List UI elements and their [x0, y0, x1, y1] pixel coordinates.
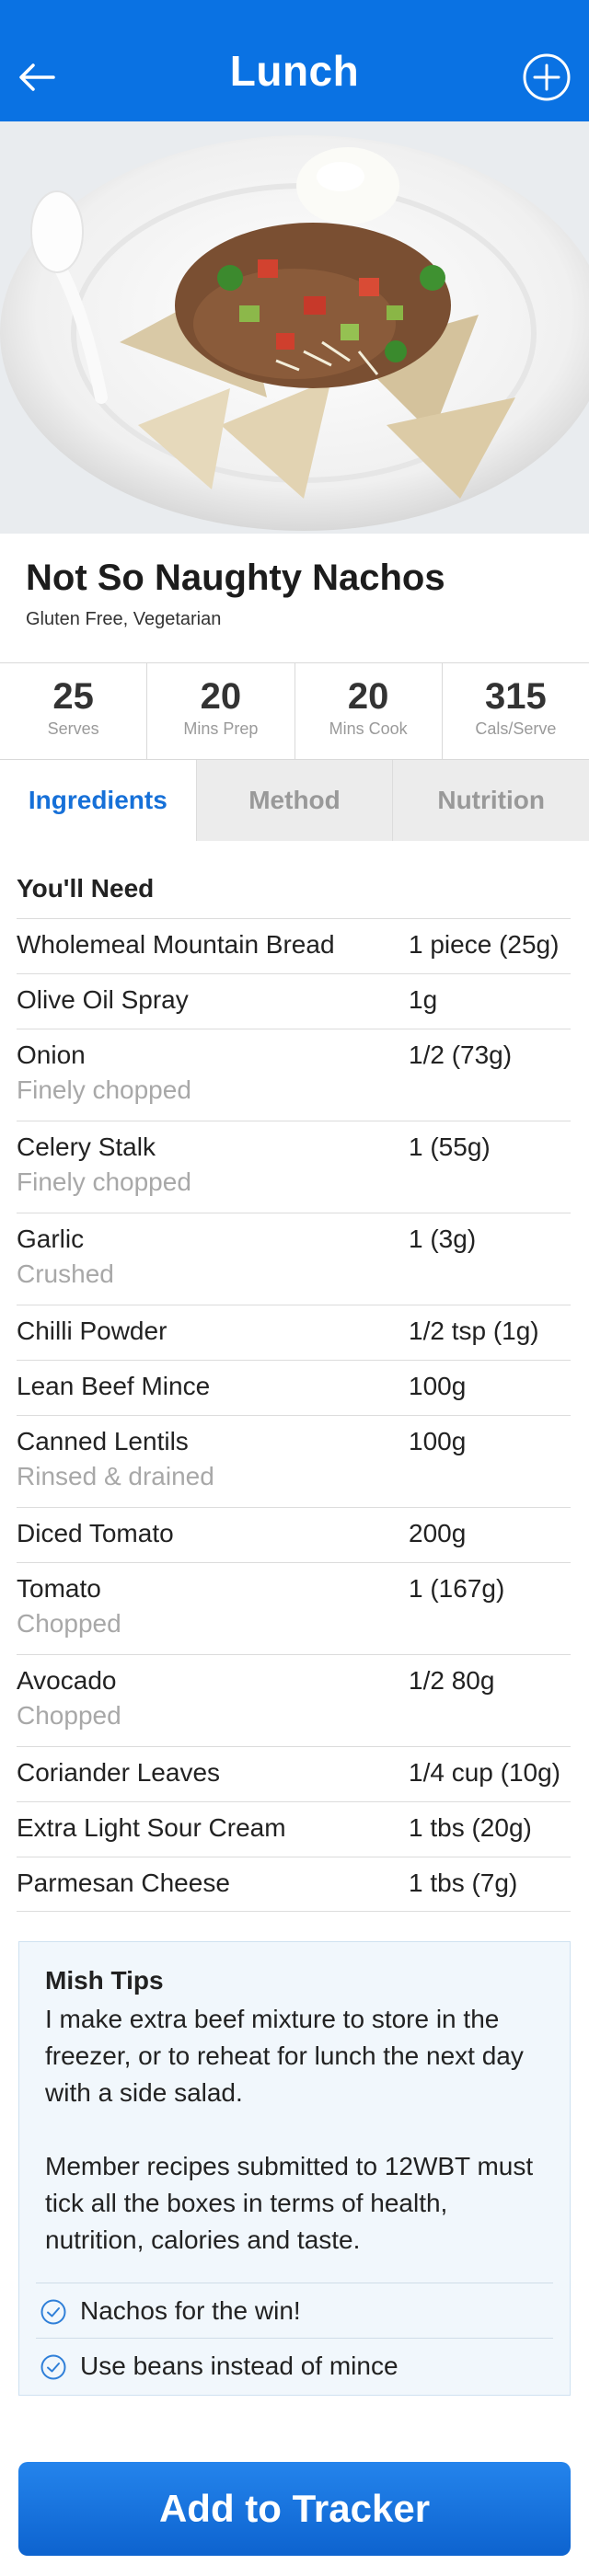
tab-nutrition[interactable]: Nutrition [393, 760, 589, 841]
ingredient-name: Celery Stalk [17, 1133, 156, 1161]
ingredient-row: Olive Oil Spray 1g [17, 973, 571, 1029]
ingredient-row: Coriander Leaves 1/4 cup (10g) [17, 1746, 571, 1801]
ingredient-note: Chopped [17, 1609, 121, 1638]
stat-serves: 25 Serves [0, 663, 148, 759]
ingredient-name: Lean Beef Mince [17, 1372, 211, 1400]
ingredient-quantity: 1/2 (73g) [409, 1041, 513, 1069]
stat-prep: 20 Mins Prep [147, 663, 295, 759]
add-circle-icon[interactable] [521, 52, 572, 103]
ingredients-list: Wholemeal Mountain Bread 1 piece (25g) Oli… [17, 918, 571, 1912]
ingredient-row: Celery Stalk Finely chopped 1 (55g) [17, 1121, 571, 1213]
stat-value: 315 [485, 676, 547, 717]
tip-checklist-text: Use beans instead of mince [80, 2352, 398, 2380]
ingredient-quantity: 1 (55g) [409, 1133, 491, 1161]
stat-label: Mins Cook [329, 719, 408, 738]
ingredient-name: Canned Lentils [17, 1427, 189, 1455]
recipe-tabs: Ingredients Method Nutrition [0, 760, 589, 852]
ingredient-quantity: 1/2 80g [409, 1666, 495, 1695]
stat-label: Mins Prep [183, 719, 259, 738]
ingredient-row: Diced Tomato 200g [17, 1507, 571, 1562]
ingredient-name: Onion [17, 1041, 86, 1069]
tips-paragraph: Member recipes submitted to 12WBT must t… [45, 2152, 534, 2254]
ingredient-quantity: 1 (3g) [409, 1225, 477, 1253]
ingredient-row: Tomato Chopped 1 (167g) [17, 1562, 571, 1654]
ingredient-name: Tomato [17, 1574, 101, 1603]
tips-text: I make extra beef mixture to store in th… [45, 2001, 549, 2259]
tab-ingredients[interactable]: Ingredients [0, 760, 197, 852]
page-title: Lunch [229, 47, 360, 95]
tip-checklist-item: Use beans instead of mince [36, 2338, 553, 2393]
recipe-stats: 25 Serves 20 Mins Prep 20 Mins Cook 315 … [0, 662, 589, 760]
check-circle-icon [40, 2299, 66, 2325]
ingredients-heading: You'll Need [17, 874, 155, 903]
ingredient-name: Chilli Powder [17, 1317, 167, 1345]
ingredient-name: Avocado [17, 1666, 117, 1695]
ingredient-name: Parmesan Cheese [17, 1869, 230, 1897]
ingredient-row: Onion Finely chopped 1/2 (73g) [17, 1029, 571, 1121]
recipe-title: Not So Naughty Nachos [26, 558, 445, 598]
ingredient-name: Extra Light Sour Cream [17, 1813, 286, 1842]
ingredient-quantity: 200g [409, 1519, 467, 1547]
tab-method[interactable]: Method [197, 760, 394, 841]
tips-title: Mish Tips [45, 1966, 164, 1995]
ingredient-row: Garlic Crushed 1 (3g) [17, 1213, 571, 1305]
stat-cook: 20 Mins Cook [295, 663, 443, 759]
ingredient-quantity: 1 (167g) [409, 1574, 505, 1603]
tips-paragraph: I make extra beef mixture to store in th… [45, 2005, 524, 2107]
ingredient-name: Olive Oil Spray [17, 985, 189, 1014]
stat-value: 20 [200, 676, 242, 717]
ingredient-row: Wholemeal Mountain Bread 1 piece (25g) [17, 918, 571, 973]
add-to-tracker-button[interactable]: Add to Tracker [18, 2462, 571, 2556]
ingredient-row: Parmesan Cheese 1 tbs (7g) [17, 1857, 571, 1912]
ingredient-note: Chopped [17, 1701, 121, 1730]
stat-label: Cals/Serve [475, 719, 557, 738]
ingredient-note: Finely chopped [17, 1075, 191, 1104]
stat-calories: 315 Cals/Serve [443, 663, 589, 759]
ingredient-quantity: 1/4 cup (10g) [409, 1758, 560, 1787]
ingredient-name: Coriander Leaves [17, 1758, 221, 1787]
ingredient-quantity: 1g [409, 985, 438, 1014]
ingredient-row: Chilli Powder 1/2 tsp (1g) [17, 1305, 571, 1360]
ingredient-quantity: 1 piece (25g) [409, 930, 560, 959]
ingredient-note: Rinsed & drained [17, 1462, 214, 1490]
nachos-illustration [0, 121, 589, 534]
tips-panel: Mish Tips I make extra beef mixture to s… [18, 1941, 571, 2396]
ingredient-note: Finely chopped [17, 1167, 191, 1196]
ingredient-name: Garlic [17, 1225, 85, 1253]
ingredient-quantity: 1/2 tsp (1g) [409, 1317, 539, 1345]
stat-value: 25 [52, 676, 94, 717]
recipe-tags: Gluten Free, Vegetarian [26, 609, 222, 629]
ingredient-name: Wholemeal Mountain Bread [17, 930, 335, 959]
stat-label: Serves [47, 719, 99, 738]
stat-value: 20 [347, 676, 389, 717]
ingredient-quantity: 100g [409, 1427, 467, 1455]
ingredient-quantity: 1 tbs (20g) [409, 1813, 532, 1842]
ingredient-note: Crushed [17, 1259, 114, 1288]
ingredient-row: Avocado Chopped 1/2 80g [17, 1654, 571, 1746]
top-bar: Lunch [0, 0, 589, 121]
check-circle-icon [40, 2354, 66, 2380]
tip-checklist-text: Nachos for the win! [80, 2296, 301, 2325]
ingredient-row: Extra Light Sour Cream 1 tbs (20g) [17, 1801, 571, 1857]
ingredient-row: Lean Beef Mince 100g [17, 1360, 571, 1415]
ingredient-name: Diced Tomato [17, 1519, 174, 1547]
ingredient-quantity: 100g [409, 1372, 467, 1400]
tip-checklist-item: Nachos for the win! [36, 2283, 553, 2338]
ingredient-row: Canned Lentils Rinsed & drained 100g [17, 1415, 571, 1507]
ingredient-quantity: 1 tbs (7g) [409, 1869, 518, 1897]
recipe-photo [0, 121, 589, 534]
